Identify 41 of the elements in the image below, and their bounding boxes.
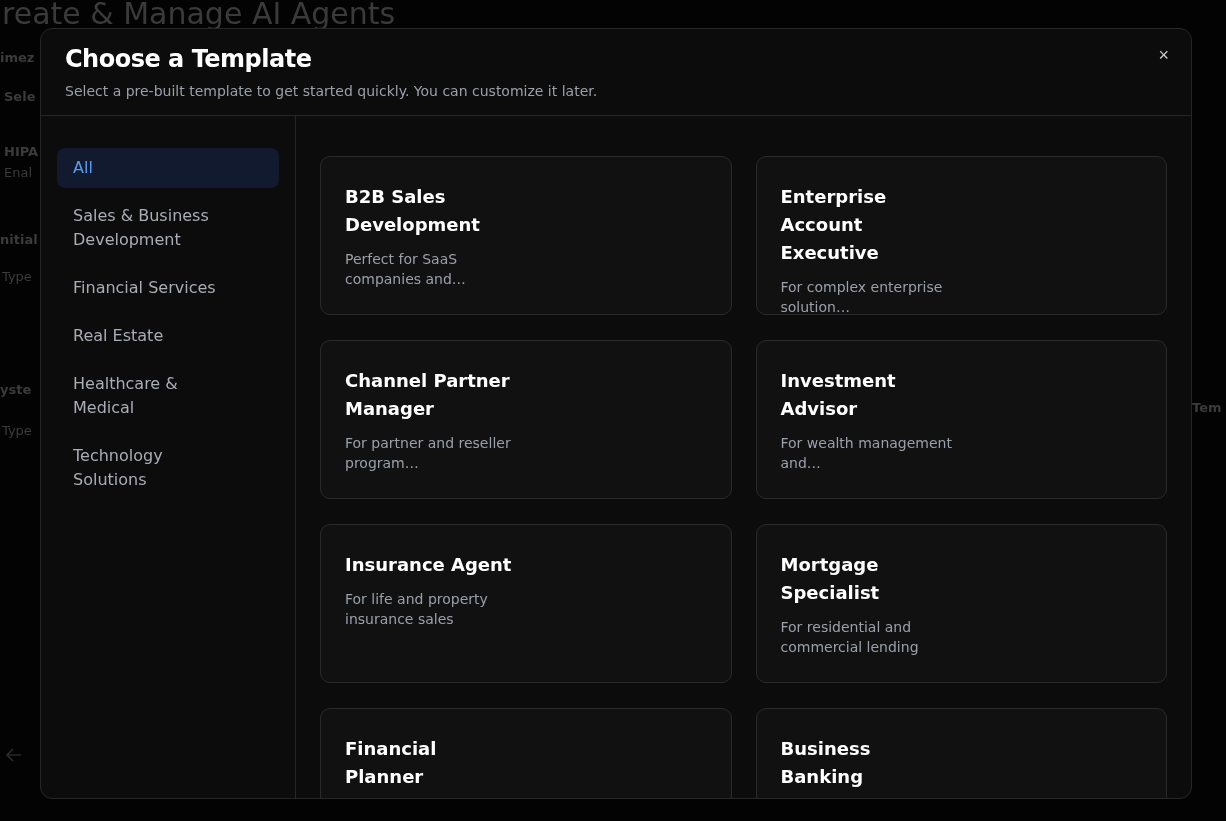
dialog-title: Choose a Template — [65, 45, 312, 73]
close-button[interactable]: × — [1152, 43, 1175, 68]
template-title: Financial Planner — [345, 737, 438, 789]
template-card[interactable]: Business Banking — [755, 708, 1167, 798]
background-text: Type — [1, 423, 32, 438]
category-item[interactable]: All — [57, 148, 279, 188]
template-title: Business Banking — [780, 737, 872, 789]
background-text: Type — [1, 269, 32, 284]
template-card[interactable]: Investment Advisor For wealth management and… — [755, 340, 1167, 499]
template-description: For partner and reseller program… — [345, 434, 512, 473]
template-title: Mortgage Specialist — [780, 553, 881, 605]
category-item[interactable]: Sales & Business Development — [57, 196, 279, 260]
background-text: HIPA — [3, 144, 39, 159]
template-card[interactable]: Enterprise Account Executive For complex enterprise solution… — [755, 156, 1167, 315]
template-title: Insurance Agent — [345, 553, 513, 577]
background-text: imez — [0, 50, 35, 65]
template-description: Perfect for SaaS companies and… — [345, 250, 467, 289]
template-title: Channel Partner Manager — [345, 369, 511, 421]
template-description: For wealth management and… — [780, 434, 953, 473]
template-description: For residential and commercial lending — [780, 618, 920, 657]
template-card[interactable]: Mortgage Specialist For residential and commercial lending — [755, 524, 1167, 683]
background-text: Enal — [3, 165, 33, 180]
template-description: For complex enterprise solution… — [780, 278, 944, 317]
background-text: Tem — [1192, 400, 1223, 415]
template-card[interactable]: Financial Planner — [320, 708, 732, 798]
category-item[interactable]: Healthcare & Medical — [57, 364, 279, 428]
dialog-subtitle: Select a pre-built template to get started quickly. You can customize it later. — [65, 83, 598, 99]
template-card[interactable]: Channel Partner Manager For partner and reseller program… — [320, 340, 732, 499]
back-arrow-icon — [6, 748, 22, 762]
template-title: Investment Advisor — [780, 369, 897, 421]
background-text: yste — [0, 382, 32, 397]
template-description: For life and property insurance sales — [345, 590, 489, 629]
template-card[interactable]: B2B Sales Development Perfect for SaaS companies and… — [320, 156, 732, 315]
category-item[interactable]: Real Estate — [57, 316, 279, 356]
template-title: Enterprise Account Executive — [780, 185, 888, 265]
template-title: B2B Sales Development — [345, 185, 481, 237]
template-card[interactable]: Insurance Agent For life and property insurance sales — [320, 524, 732, 683]
category-item[interactable]: Technology Solutions — [57, 436, 279, 500]
category-item[interactable]: Financial Services — [57, 268, 279, 308]
background-text: Sele — [3, 89, 36, 104]
background-text: nitial — [0, 232, 38, 247]
